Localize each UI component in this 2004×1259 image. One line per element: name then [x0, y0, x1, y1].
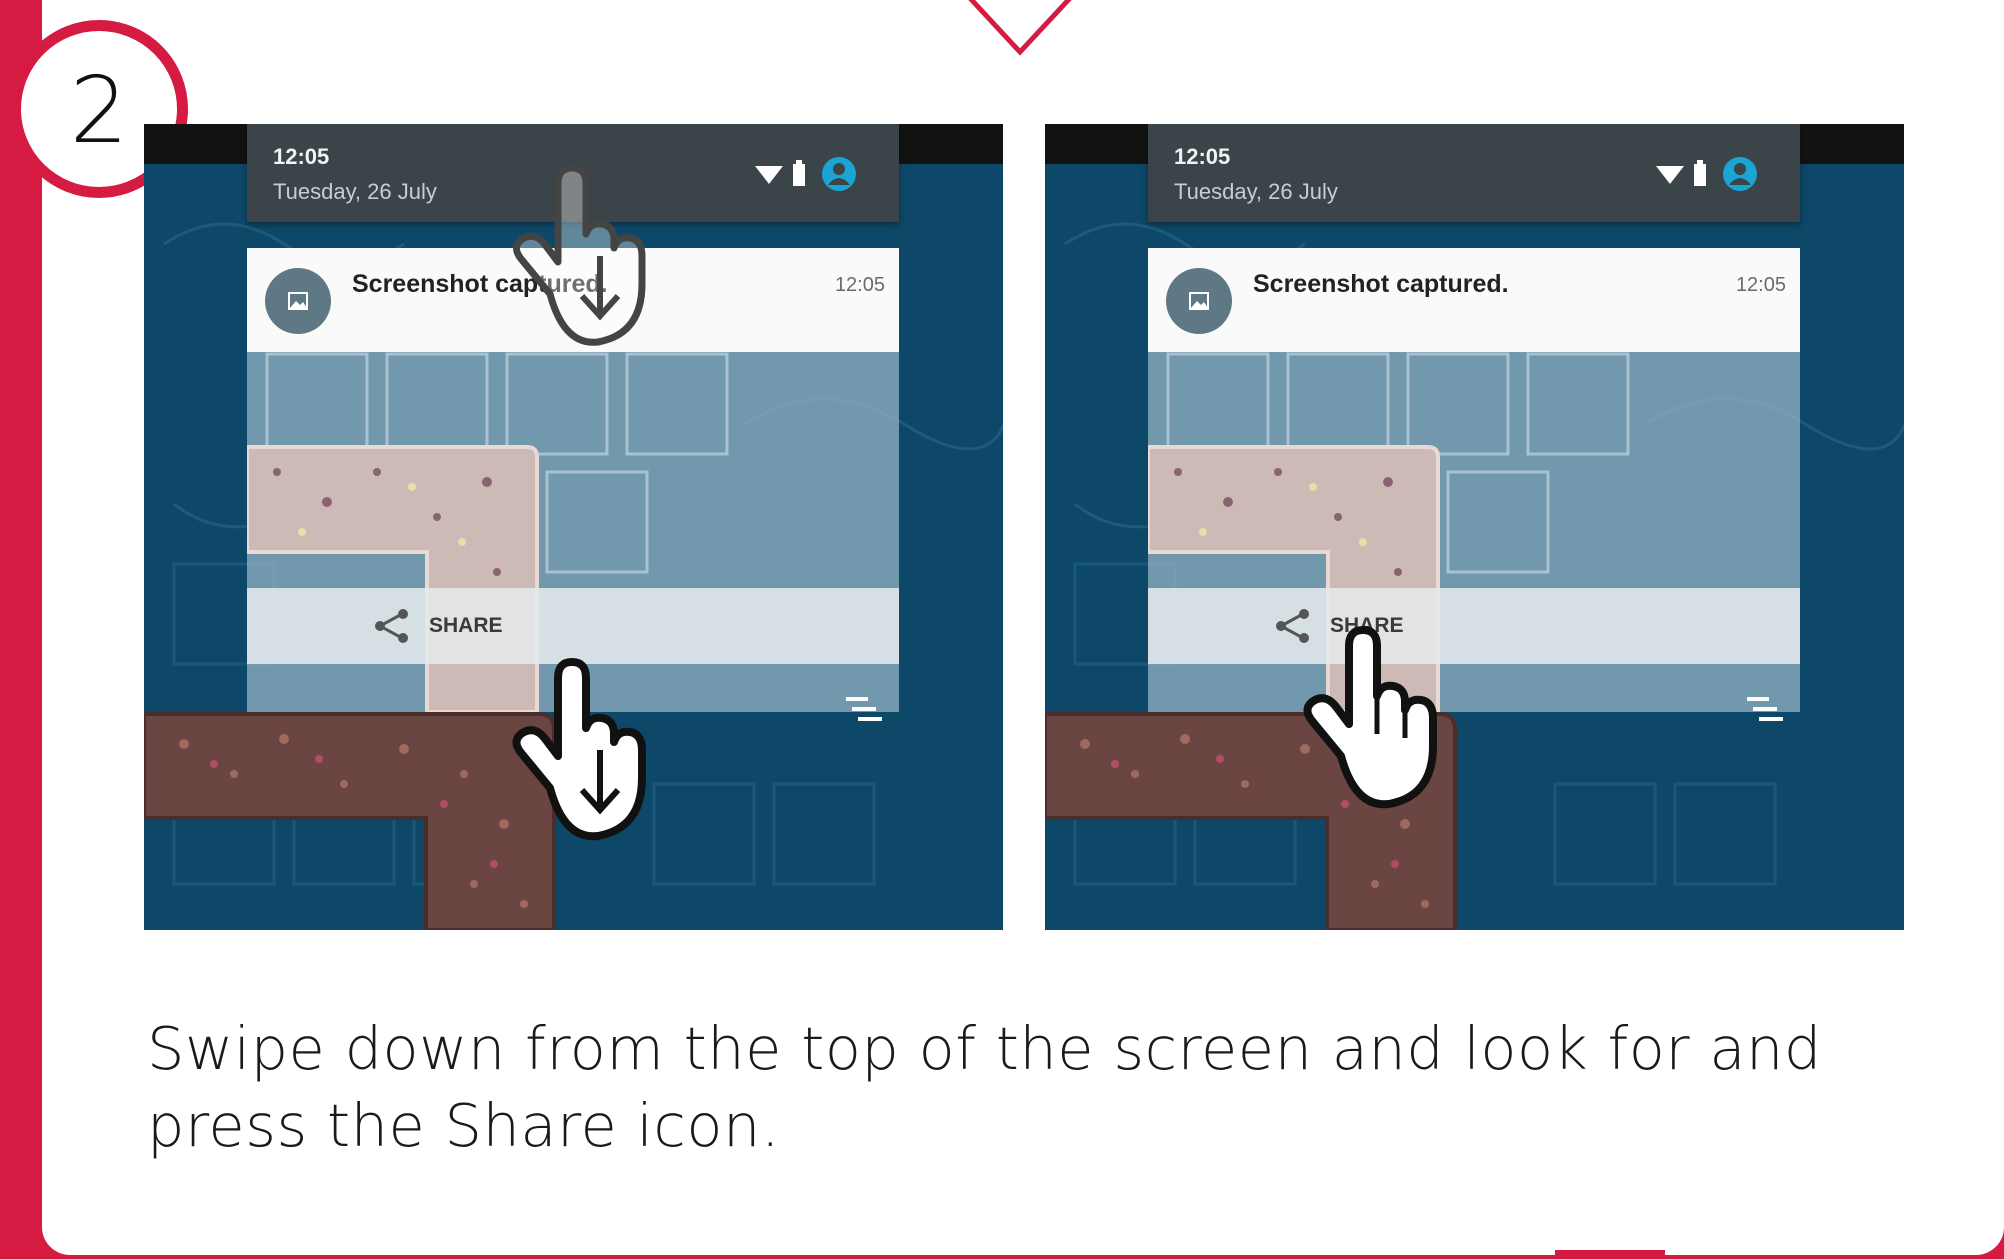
status-date: Tuesday, 26 July — [273, 179, 437, 204]
status-icons — [1656, 157, 1757, 191]
phone-screenshot-swipe: 12:05 Tuesday, 26 July Screenshot captur… — [144, 124, 1003, 930]
swipe-down-hand-icon — [512, 658, 646, 841]
notification-action-bar: SHARE — [1148, 588, 1800, 664]
phone-screenshot-tap-share: 12:05 Tuesday, 26 July Screenshot captur… — [1045, 124, 1904, 930]
status-time: 12:05 — [1174, 144, 1231, 169]
share-icon[interactable] — [372, 608, 412, 644]
instruction-text: Swipe down from the top of the screen an… — [147, 1014, 1822, 1160]
wifi-icon — [755, 166, 783, 184]
swipe-down-hand-icon — [513, 164, 646, 346]
notification-time: 12:05 — [834, 274, 885, 296]
tap-hand-icon — [1303, 626, 1437, 809]
image-icon — [1166, 268, 1232, 334]
notification-action-bar: SHARE — [247, 588, 899, 664]
notification-shade-header[interactable]: 12:05 Tuesday, 26 July — [1148, 124, 1800, 222]
menu-icon[interactable] — [1745, 694, 1785, 728]
step-number: 2 — [69, 57, 129, 164]
status-date: Tuesday, 26 July — [1174, 179, 1338, 204]
screenshot-notification[interactable]: Screenshot captured. 12:05 — [1148, 248, 1800, 352]
status-icons — [755, 157, 856, 191]
account-icon — [822, 157, 856, 191]
notification-time: 12:05 — [1735, 274, 1786, 296]
card-edge — [1555, 1250, 1665, 1259]
chevron-down-icon — [968, 0, 1072, 56]
battery-icon — [1694, 164, 1706, 186]
battery-icon — [793, 164, 805, 186]
image-icon — [265, 268, 331, 334]
status-time: 12:05 — [273, 144, 330, 169]
notification-title: Screenshot captured. — [1253, 270, 1509, 298]
share-button[interactable]: SHARE — [429, 614, 503, 638]
menu-icon[interactable] — [844, 694, 884, 728]
account-icon — [1723, 157, 1757, 191]
wifi-icon — [1656, 166, 1684, 184]
